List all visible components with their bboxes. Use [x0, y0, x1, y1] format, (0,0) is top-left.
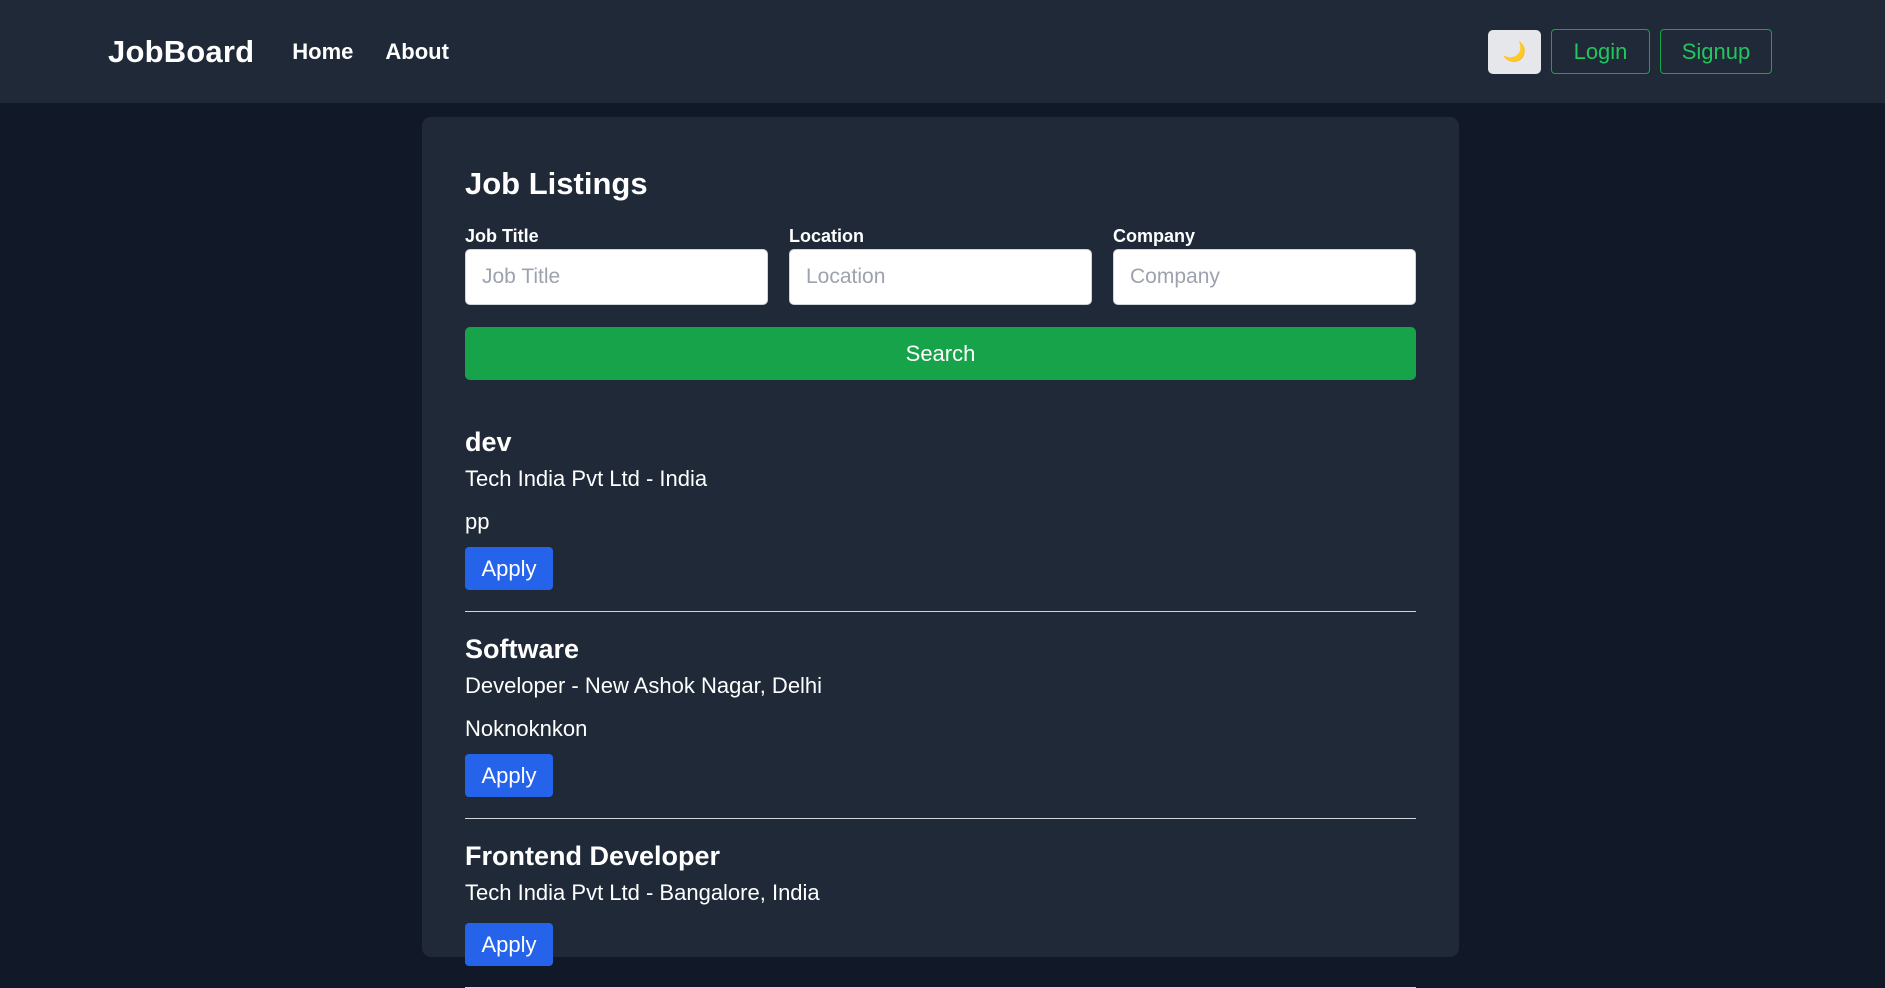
job-company-location: Tech India Pvt Ltd - India	[465, 466, 708, 491]
location-label: Location	[789, 226, 864, 246]
job-list: dev Tech India Pvt Ltd - India pp Apply …	[465, 427, 1416, 988]
nav-link-home[interactable]: Home	[292, 39, 353, 65]
search-filters: Job Title Location Company	[465, 226, 1416, 305]
job-card: dev Tech India Pvt Ltd - India pp Apply	[465, 427, 1416, 612]
login-button[interactable]: Login	[1551, 29, 1650, 74]
theme-toggle-button[interactable]: 🌙	[1488, 29, 1541, 74]
job-title: dev	[465, 427, 512, 457]
page-title: Job Listings	[465, 166, 648, 201]
top-navbar: JobBoard Home About 🌙 Login Signup	[0, 0, 1885, 103]
location-filter: Location	[789, 226, 1092, 305]
job-description: pp	[465, 509, 490, 534]
job-description: Noknoknkon	[465, 716, 588, 741]
company-input[interactable]	[1113, 249, 1416, 305]
job-title-input[interactable]	[465, 249, 768, 305]
job-card: Software Developer - New Ashok Nagar, De…	[465, 634, 1416, 819]
job-card: Frontend Developer Tech India Pvt Ltd - …	[465, 841, 1416, 988]
job-listings-panel: Job Listings Job Title Location Company …	[422, 117, 1459, 988]
apply-button[interactable]: Apply	[465, 547, 553, 590]
job-company-location: Developer - New Ashok Nagar, Delhi	[465, 673, 823, 698]
job-title-filter: Job Title	[465, 226, 768, 305]
moon-icon: 🌙	[1502, 41, 1527, 63]
apply-button[interactable]: Apply	[465, 754, 553, 797]
job-company-location: Tech India Pvt Ltd - Bangalore, India	[465, 880, 820, 905]
job-title-label: Job Title	[465, 226, 539, 246]
company-filter: Company	[1113, 226, 1416, 305]
brand-logo[interactable]: JobBoard	[108, 34, 254, 70]
search-button[interactable]: Search	[465, 327, 1416, 380]
nav-link-about[interactable]: About	[385, 39, 449, 65]
company-label: Company	[1113, 226, 1196, 246]
navbar-actions: 🌙 Login Signup	[1488, 29, 1772, 74]
apply-button[interactable]: Apply	[465, 923, 553, 966]
job-title: Frontend Developer	[465, 841, 721, 871]
job-title: Software	[465, 634, 580, 664]
signup-button[interactable]: Signup	[1660, 29, 1772, 74]
location-input[interactable]	[789, 249, 1092, 305]
